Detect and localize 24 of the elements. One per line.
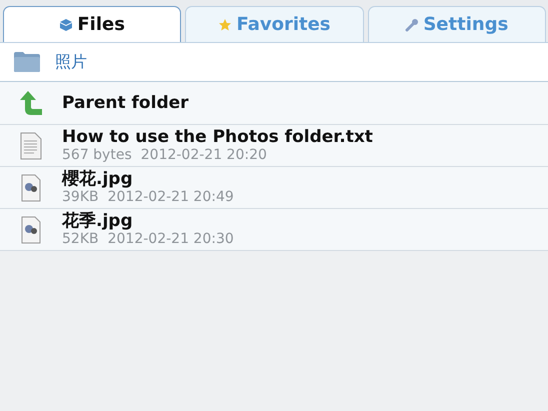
tab[interactable]: Files — [3, 6, 182, 42]
image-file-icon — [21, 216, 41, 244]
star-icon — [218, 18, 232, 32]
file-size: 567 bytes — [62, 147, 132, 164]
text-file-icon — [20, 132, 42, 160]
file-date: 2012-02-21 20:20 — [140, 147, 267, 164]
file-size: 52KB — [62, 231, 99, 248]
folder-path[interactable]: 照片 — [55, 52, 87, 72]
file-name: How to use the Photos folder.txt — [62, 127, 373, 147]
file-date: 2012-02-21 20:30 — [108, 231, 234, 248]
image-file-icon — [21, 174, 41, 202]
file-name: 櫻花.jpg — [62, 169, 134, 189]
up-arrow-icon — [20, 91, 42, 115]
file-date: 2012-02-21 20:49 — [108, 189, 234, 206]
wrench-icon — [405, 18, 420, 32]
file-row[interactable]: Parent folder — [0, 82, 548, 125]
box-icon — [59, 18, 74, 32]
file-row[interactable]: 櫻花.jpg 39KB 2012-02-21 20:49 — [0, 167, 548, 209]
file-size: 39KB — [62, 189, 99, 206]
file-row[interactable]: 花季.jpg 52KB 2012-02-21 20:30 — [0, 209, 548, 251]
folder-icon — [13, 51, 41, 73]
file-row[interactable]: How to use the Photos folder.txt 567 bytes 2012-02-21 20:20 — [0, 125, 548, 167]
file-name: 花季.jpg — [62, 211, 134, 231]
file-name: Parent folder — [62, 93, 189, 113]
